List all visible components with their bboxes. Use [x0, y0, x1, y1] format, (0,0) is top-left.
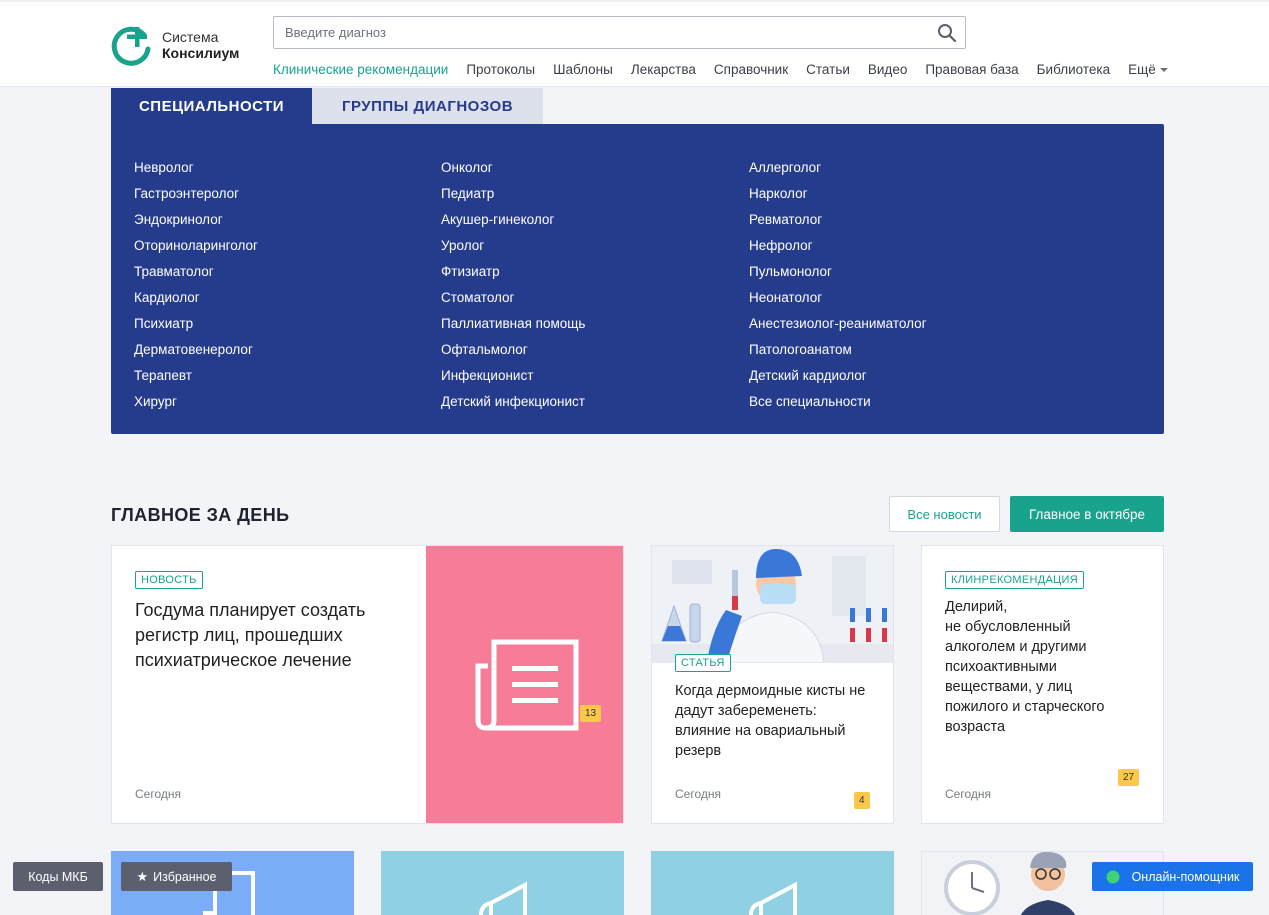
specialty-link[interactable]: Паллиативная помощь [441, 311, 585, 337]
specialty-link[interactable]: Фтизиатр [441, 259, 585, 285]
logo-line1: Система [162, 29, 219, 45]
specialties-panel: Невролог Гастроэнтеролог Эндокринолог От… [111, 124, 1164, 434]
specialty-link[interactable]: Пульмонолог [749, 259, 927, 285]
nav-more[interactable]: Ещё [1128, 62, 1168, 77]
nav-drugs[interactable]: Лекарства [631, 62, 696, 77]
nav-legal[interactable]: Правовая база [925, 62, 1018, 77]
specialty-link[interactable]: Психиатр [134, 311, 258, 337]
specialty-link[interactable]: Педиатр [441, 181, 585, 207]
specialty-link[interactable]: Инфекционист [441, 363, 585, 389]
article-card[interactable]: СТАТЬЯ Когда дермоидные кисты не дадут з… [651, 545, 894, 824]
specialty-link[interactable]: Терапевт [134, 363, 258, 389]
search-input[interactable] [274, 25, 914, 40]
tab-specialties[interactable]: СПЕЦИАЛЬНОСТИ [111, 88, 312, 124]
comments-count-badge: 4 [854, 792, 870, 809]
guideline-card[interactable]: КЛИНРЕКОМЕНДАЦИЯ Делирий, не обусловленн… [921, 545, 1164, 824]
news-card-image: 13 [426, 546, 623, 823]
star-icon: ★ [136, 868, 149, 884]
specialty-link[interactable]: Ревматолог [749, 207, 927, 233]
guideline-tag: КЛИНРЕКОМЕНДАЦИЯ [945, 571, 1085, 589]
news-card-bottom-2[interactable] [381, 851, 624, 915]
specialty-link[interactable]: Анестезиолог-реаниматолог [749, 311, 927, 337]
specialty-link[interactable]: Нарколог [749, 181, 927, 207]
article-card-date: Сегодня [675, 787, 721, 801]
chat-icon [1106, 870, 1120, 883]
megaphone-icon [749, 881, 797, 915]
month-highlights-button[interactable]: Главное в октябре [1010, 496, 1164, 532]
specialty-link[interactable]: Эндокринолог [134, 207, 258, 233]
guideline-card-title[interactable]: Делирий, не обусловленный алкоголем и др… [945, 597, 1145, 737]
specialty-link[interactable]: Оториноларинголог [134, 233, 258, 259]
favorites-button[interactable]: ★ Избранное [121, 862, 232, 891]
nav-video[interactable]: Видео [868, 62, 907, 77]
news-tag: НОВОСТЬ [135, 571, 203, 589]
favorites-label: Избранное [153, 869, 217, 884]
specialty-link[interactable]: Офтальмолог [441, 337, 585, 363]
mkb-codes-button[interactable]: Коды МКБ [13, 862, 103, 891]
news-card-title[interactable]: Госдума планирует создать регистр лиц, п… [135, 598, 405, 673]
specialty-link[interactable]: Дерматовенеролог [134, 337, 258, 363]
specialty-tabs: СПЕЦИАЛЬНОСТИ ГРУППЫ ДИАГНОЗОВ [111, 88, 543, 124]
online-assistant-button[interactable]: Онлайн-помощник [1092, 862, 1253, 891]
all-news-button[interactable]: Все новости [889, 496, 1000, 532]
nav-reference[interactable]: Справочник [714, 62, 788, 77]
logo-plus-icon [111, 26, 151, 66]
search-icon[interactable] [937, 23, 957, 43]
main-nav: Клинические рекомендации Протоколы Шабло… [273, 62, 1186, 77]
nav-library[interactable]: Библиотека [1037, 62, 1110, 77]
nav-articles[interactable]: Статьи [806, 62, 850, 77]
nav-templates[interactable]: Шаблоны [553, 62, 613, 77]
nav-more-label: Ещё [1128, 62, 1156, 77]
specialty-link[interactable]: Хирург [134, 389, 258, 415]
specialty-link[interactable]: Онколог [441, 155, 585, 181]
comments-count-badge: 27 [1118, 769, 1140, 786]
specialty-link[interactable]: Травматолог [134, 259, 258, 285]
doctor-illustration [652, 546, 893, 663]
specialty-link[interactable]: Детский кардиолог [749, 363, 927, 389]
news-card[interactable]: НОВОСТЬ Госдума планирует создать регист… [111, 545, 624, 824]
news-card-date: Сегодня [135, 787, 181, 801]
specialty-link[interactable]: Стоматолог [441, 285, 585, 311]
news-card-bottom-3[interactable] [651, 851, 894, 915]
specialty-link[interactable]: Акушер-гинеколог [441, 207, 585, 233]
specialty-link[interactable]: Патологоанатом [749, 337, 927, 363]
article-tag: СТАТЬЯ [675, 654, 731, 672]
header: Система Консилиум Клинические рекомендац… [0, 0, 1269, 87]
specialty-link[interactable]: Уролог [441, 233, 585, 259]
section-title: ГЛАВНОЕ ЗА ДЕНЬ [111, 505, 290, 525]
logo-line2: Консилиум [162, 45, 240, 61]
specialty-link[interactable]: Детский инфекционист [441, 389, 585, 415]
article-card-title[interactable]: Когда дермоидные кисты не дадут забереме… [675, 681, 875, 761]
logo[interactable]: Система Консилиум [111, 22, 261, 68]
tab-diagnosis-groups[interactable]: ГРУППЫ ДИАГНОЗОВ [312, 88, 543, 124]
specialties-column-1: Невролог Гастроэнтеролог Эндокринолог От… [134, 155, 258, 415]
megaphone-icon [479, 881, 527, 915]
specialty-link[interactable]: Кардиолог [134, 285, 258, 311]
guideline-card-date: Сегодня [945, 787, 991, 801]
nav-clinical-recommendations[interactable]: Клинические рекомендации [273, 62, 448, 77]
specialty-link[interactable]: Нефролог [749, 233, 927, 259]
newspaper-icon [475, 639, 579, 731]
nav-protocols[interactable]: Протоколы [466, 62, 535, 77]
specialty-link[interactable]: Невролог [134, 155, 258, 181]
all-specialties-link[interactable]: Все специальности [749, 389, 927, 415]
chevron-down-icon [1159, 68, 1168, 72]
specialties-column-3: Аллерголог Нарколог Ревматолог Нефролог … [749, 155, 927, 415]
search-box [273, 16, 966, 49]
specialty-link[interactable]: Аллерголог [749, 155, 927, 181]
specialty-link[interactable]: Неонатолог [749, 285, 927, 311]
assistant-label: Онлайн-помощник [1131, 869, 1240, 884]
specialty-link[interactable]: Гастроэнтеролог [134, 181, 258, 207]
comments-count-badge: 13 [580, 705, 602, 722]
specialties-column-2: Онколог Педиатр Акушер-гинеколог Уролог … [441, 155, 585, 415]
